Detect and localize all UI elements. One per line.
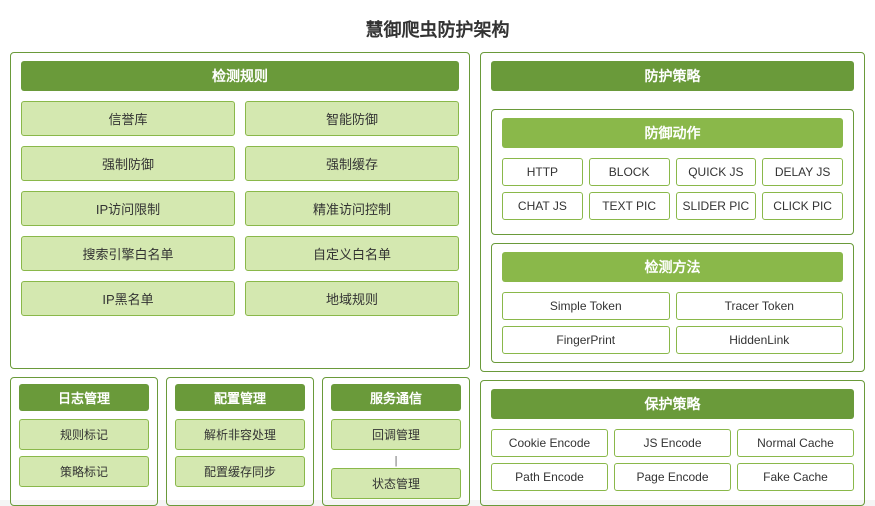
list-item[interactable]: BLOCK bbox=[589, 158, 670, 186]
list-item[interactable]: 智能防御 bbox=[245, 101, 459, 136]
list-item[interactable]: FingerPrint bbox=[502, 326, 670, 354]
defense-action-section: 防御动作 HTTP BLOCK QUICK JS DELAY JS CHAT J… bbox=[491, 109, 854, 235]
list-item[interactable]: IP访问限制 bbox=[21, 191, 235, 226]
list-item[interactable]: HTTP bbox=[502, 158, 583, 186]
detection-header: 检测规则 bbox=[21, 61, 459, 91]
list-item[interactable]: Path Encode bbox=[491, 463, 608, 491]
protect-strategy-header: 保护策略 bbox=[491, 389, 854, 419]
bottom-left: 日志管理 规则标记 策略标记 配置管理 解析非容处理 配置缓存同步 服务通信 回… bbox=[10, 377, 470, 506]
defense-policy-wrapper: 防护策略 防御动作 HTTP BLOCK QUICK JS DELAY JS C… bbox=[480, 52, 865, 372]
list-item[interactable]: SLIDER PIC bbox=[676, 192, 757, 220]
detect-method-header: 检测方法 bbox=[502, 252, 843, 282]
list-item[interactable]: Normal Cache bbox=[737, 429, 854, 457]
list-item[interactable]: 地域规则 bbox=[245, 281, 459, 316]
log-management-box: 日志管理 规则标记 策略标记 bbox=[10, 377, 158, 506]
list-item[interactable]: DELAY JS bbox=[762, 158, 843, 186]
config-management-box: 配置管理 解析非容处理 配置缓存同步 bbox=[166, 377, 314, 506]
list-item[interactable]: 强制防御 bbox=[21, 146, 235, 181]
protect-grid: Cookie Encode JS Encode Normal Cache Pat… bbox=[491, 429, 854, 491]
list-item[interactable]: QUICK JS bbox=[676, 158, 757, 186]
list-item[interactable]: TEXT PIC bbox=[589, 192, 670, 220]
list-item[interactable]: 策略标记 bbox=[19, 456, 149, 487]
list-item[interactable]: 搜索引擎白名单 bbox=[21, 236, 235, 271]
connector: | bbox=[331, 456, 461, 467]
action-grid-2: CHAT JS TEXT PIC SLIDER PIC CLICK PIC bbox=[502, 192, 843, 220]
list-item[interactable]: CLICK PIC bbox=[762, 192, 843, 220]
list-item[interactable]: 精准访问控制 bbox=[245, 191, 459, 226]
config-management-header: 配置管理 bbox=[175, 384, 305, 411]
method-grid: Simple Token Tracer Token FingerPrint Hi… bbox=[502, 292, 843, 354]
list-item[interactable]: Simple Token bbox=[502, 292, 670, 320]
service-comm-box: 服务通信 回调管理 | 状态管理 bbox=[322, 377, 470, 506]
list-item[interactable]: Tracer Token bbox=[676, 292, 844, 320]
list-item[interactable]: Fake Cache bbox=[737, 463, 854, 491]
log-management-header: 日志管理 bbox=[19, 384, 149, 411]
list-item[interactable]: JS Encode bbox=[614, 429, 731, 457]
defense-policy-header: 防护策略 bbox=[491, 61, 854, 91]
detect-method-section: 检测方法 Simple Token Tracer Token FingerPri… bbox=[491, 243, 854, 363]
page-wrapper: 慧御爬虫防护架构 检测规则 信誉库 智能防御 强制防御 强制缓存 IP访问限制 … bbox=[0, 0, 875, 500]
main-content: 检测规则 信誉库 智能防御 强制防御 强制缓存 IP访问限制 精准访问控制 搜索… bbox=[10, 52, 865, 506]
detection-grid: 信誉库 智能防御 强制防御 强制缓存 IP访问限制 精准访问控制 搜索引擎白名单… bbox=[21, 101, 459, 316]
service-comm-header: 服务通信 bbox=[331, 384, 461, 411]
list-item[interactable]: IP黑名单 bbox=[21, 281, 235, 316]
left-panel: 检测规则 信誉库 智能防御 强制防御 强制缓存 IP访问限制 精准访问控制 搜索… bbox=[10, 52, 470, 506]
page-title: 慧御爬虫防护架构 bbox=[10, 10, 865, 52]
list-item[interactable]: 解析非容处理 bbox=[175, 419, 305, 450]
list-item[interactable]: 信誉库 bbox=[21, 101, 235, 136]
list-item[interactable]: Cookie Encode bbox=[491, 429, 608, 457]
list-item[interactable]: 状态管理 bbox=[331, 468, 461, 499]
list-item[interactable]: Page Encode bbox=[614, 463, 731, 491]
list-item[interactable]: 配置缓存同步 bbox=[175, 456, 305, 487]
action-grid: HTTP BLOCK QUICK JS DELAY JS bbox=[502, 158, 843, 186]
list-item[interactable]: HiddenLink bbox=[676, 326, 844, 354]
protect-strategy-section: 保护策略 Cookie Encode JS Encode Normal Cach… bbox=[480, 380, 865, 506]
list-item[interactable]: CHAT JS bbox=[502, 192, 583, 220]
list-item[interactable]: 强制缓存 bbox=[245, 146, 459, 181]
right-panel: 防护策略 防御动作 HTTP BLOCK QUICK JS DELAY JS C… bbox=[480, 52, 865, 506]
list-item[interactable]: 规则标记 bbox=[19, 419, 149, 450]
list-item[interactable]: 回调管理 bbox=[331, 419, 461, 450]
detection-section: 检测规则 信誉库 智能防御 强制防御 强制缓存 IP访问限制 精准访问控制 搜索… bbox=[10, 52, 470, 369]
defense-action-header: 防御动作 bbox=[502, 118, 843, 148]
list-item[interactable]: 自定义白名单 bbox=[245, 236, 459, 271]
